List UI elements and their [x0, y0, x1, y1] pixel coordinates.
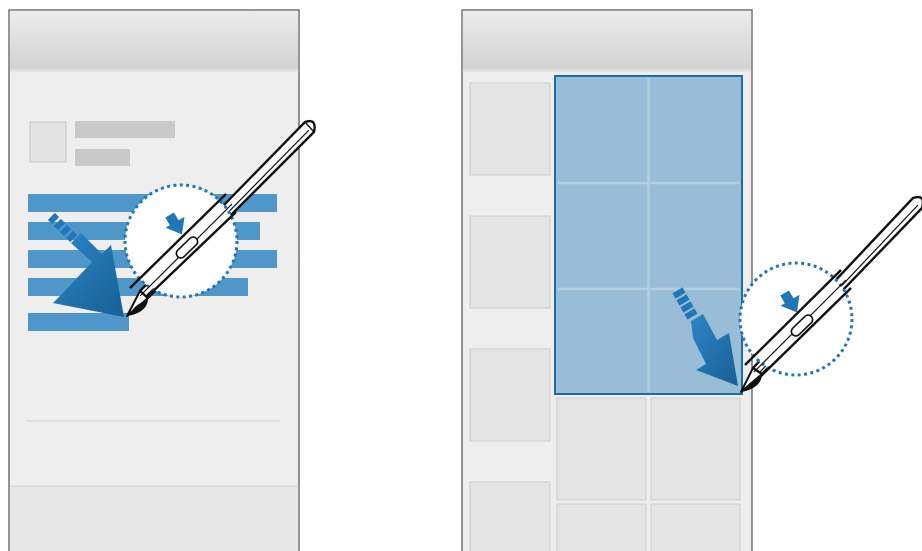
- tile: [650, 503, 741, 551]
- selected-text-line: [28, 313, 129, 331]
- left-thumbnail-placeholder: [29, 121, 67, 163]
- left-title-placeholder: [75, 121, 175, 138]
- left-subtitle-placeholder: [75, 149, 130, 166]
- tile: [469, 348, 551, 442]
- tile: [556, 503, 647, 551]
- pen-button-magnifier-icon: [738, 261, 854, 378]
- right-phone: [461, 9, 753, 551]
- left-header-bar: [9, 10, 299, 68]
- left-header-shadow: [9, 67, 299, 73]
- tile: [469, 82, 551, 176]
- illustration: [8, 9, 922, 551]
- tile: [469, 481, 551, 551]
- right-header-shadow: [462, 67, 752, 73]
- tile: [556, 397, 647, 501]
- right-header-bar: [462, 10, 752, 68]
- tile: [469, 215, 551, 309]
- left-bottom-bar: [9, 486, 299, 551]
- tile: [650, 397, 741, 501]
